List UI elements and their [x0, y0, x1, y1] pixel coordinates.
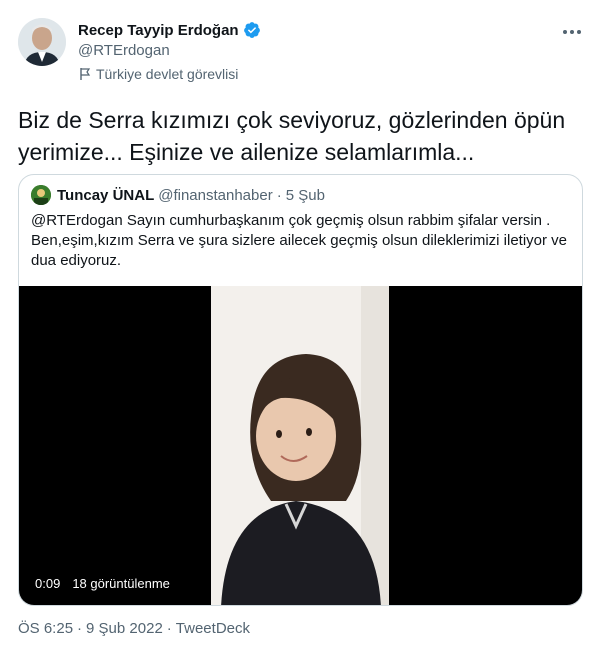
author-name[interactable]: Recep Tayyip Erdoğan: [78, 22, 239, 39]
video-player[interactable]: 0:09 18 görüntülenme: [19, 286, 582, 605]
video-views: 18 görüntülenme: [68, 574, 174, 593]
quoted-tweet-header: Tuncay ÜNAL @finanstanhaber · 5 Şub: [31, 185, 325, 205]
tweet: Recep Tayyip Erdoğan @RTErdogan Türkiye …: [0, 0, 602, 655]
author-handle[interactable]: @RTErdogan: [78, 42, 261, 62]
footer-separator: ·: [166, 620, 172, 637]
quoted-tweet-text: @RTErdogan Sayın cumhurbaşkanım çok geçm…: [31, 212, 568, 269]
tweet-date[interactable]: 9 Şub 2022: [86, 620, 163, 637]
quoted-author-handle: @finanstanhaber: [158, 186, 273, 204]
quoted-separator: ·: [276, 186, 282, 204]
quoted-date[interactable]: 5 Şub: [286, 187, 325, 204]
government-flag-icon: [78, 67, 92, 81]
government-label[interactable]: Türkiye devlet görevlisi: [78, 64, 238, 84]
video-meta: 0:09 18 görüntülenme: [31, 574, 174, 593]
verified-badge-icon: [243, 21, 261, 39]
quoted-tweet[interactable]: Tuncay ÜNAL @finanstanhaber · 5 Şub @RTE…: [18, 174, 583, 606]
tweet-source[interactable]: TweetDeck: [176, 620, 250, 637]
tweet-time[interactable]: ÖS 6:25: [18, 620, 73, 637]
government-label-text: Türkiye devlet görevlisi: [96, 66, 239, 82]
tweet-footer: ÖS 6:25 · 9 Şub 2022 · TweetDeck: [18, 620, 250, 637]
author-block: Recep Tayyip Erdoğan @RTErdogan: [78, 20, 261, 62]
footer-separator: ·: [77, 620, 83, 637]
tweet-text: Biz de Serra kızımızı çok seviyoruz, göz…: [18, 107, 566, 165]
quoted-author-avatar[interactable]: [31, 185, 51, 205]
more-options-icon[interactable]: [560, 22, 584, 42]
video-duration: 0:09: [31, 574, 65, 593]
author-avatar[interactable]: [18, 18, 66, 66]
video-thumbnail: [211, 286, 389, 605]
quoted-author-name: Tuncay ÜNAL: [57, 186, 155, 204]
